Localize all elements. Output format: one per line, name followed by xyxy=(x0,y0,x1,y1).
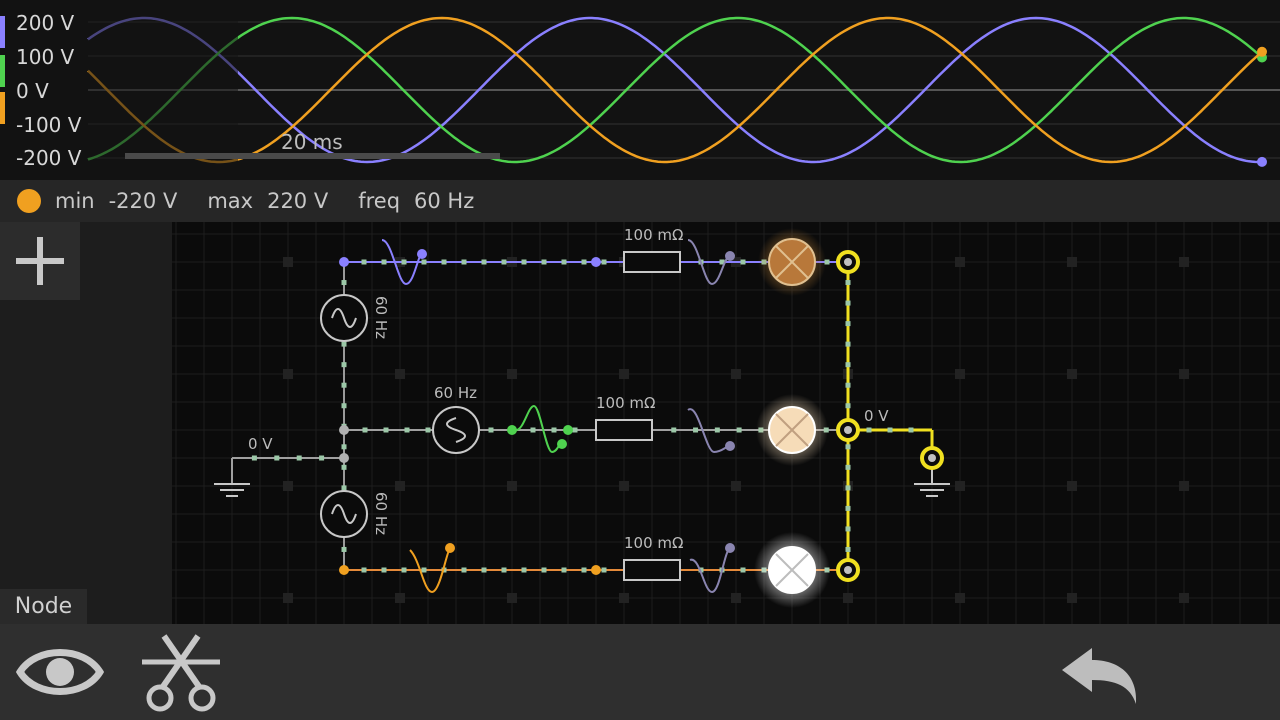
source-top-label: 60 Hz xyxy=(372,296,390,339)
resistor-bottom[interactable] xyxy=(623,559,681,581)
y-tick-0: 0 V xyxy=(16,79,49,103)
legend-green xyxy=(0,55,5,87)
node-bottom-mid[interactable] xyxy=(591,565,601,575)
oscilloscope-plot xyxy=(87,0,1280,170)
circuit-canvas[interactable]: 60 Hz 60 Hz 60 Hz 100 mΩ 100 mΩ 100 mΩ 0… xyxy=(172,222,1280,624)
probe-info-bar: min -220 V max 220 V freq 60 Hz xyxy=(0,180,1280,222)
resistor-bottom-label: 100 mΩ xyxy=(624,534,683,552)
add-component-button[interactable] xyxy=(0,222,80,300)
undo-icon[interactable] xyxy=(1060,646,1140,706)
scissors-icon[interactable] xyxy=(138,632,224,714)
circuit-drawing: 60 Hz 60 Hz 60 Hz 100 mΩ 100 mΩ 100 mΩ 0… xyxy=(172,222,1280,624)
lamp-top[interactable] xyxy=(758,228,826,296)
ac-source-top[interactable] xyxy=(320,294,368,342)
node-right-top[interactable] xyxy=(836,250,860,274)
node-mid-green-a[interactable] xyxy=(507,425,517,435)
trace-orange-endpoint xyxy=(1257,46,1267,57)
ground-right-label: 0 V xyxy=(864,407,889,425)
trace-purple-endpoint xyxy=(1257,156,1267,167)
node-mid-green-b[interactable] xyxy=(563,425,573,435)
lamp-bottom[interactable] xyxy=(754,532,830,608)
y-tick-100: 100 V xyxy=(16,45,75,69)
max-label: max xyxy=(207,189,254,213)
node-right-bottom[interactable] xyxy=(836,558,860,582)
source-bottom-label: 60 Hz xyxy=(372,492,390,535)
y-tick-minus-100: -100 V xyxy=(16,113,82,137)
legend-orange xyxy=(0,92,5,124)
resistor-middle-label: 100 mΩ xyxy=(596,394,655,412)
source-middle-label: 60 Hz xyxy=(434,384,477,402)
node-top-mid[interactable] xyxy=(591,257,601,267)
min-value: -220 V xyxy=(108,189,178,213)
max-value: 220 V xyxy=(267,189,329,213)
node-right-middle[interactable] xyxy=(836,418,860,442)
lamp-middle[interactable] xyxy=(756,394,828,466)
resistor-middle[interactable] xyxy=(595,419,653,441)
eye-icon[interactable] xyxy=(16,638,104,706)
y-tick-200: 200 V xyxy=(16,11,75,35)
node-top-left[interactable] xyxy=(339,257,349,267)
bottom-toolbar xyxy=(0,624,1280,720)
node-tab[interactable]: Node xyxy=(0,589,87,624)
ac-source-middle[interactable] xyxy=(432,406,480,454)
ground-left-label: 0 V xyxy=(248,435,273,453)
freq-value: 60 Hz xyxy=(414,189,475,213)
timebar-label: 20 ms xyxy=(281,130,343,154)
resistor-top[interactable] xyxy=(623,251,681,273)
probe-color-dot[interactable] xyxy=(17,189,41,213)
legend-purple xyxy=(0,16,5,48)
node-bottom-left[interactable] xyxy=(339,565,349,575)
y-tick-minus-200: -200 V xyxy=(16,146,82,170)
freq-label: freq xyxy=(358,189,401,213)
oscilloscope-panel[interactable]: 200 V 100 V 0 V -100 V -200 V 20 ms xyxy=(0,0,1280,180)
node-ground-junction[interactable] xyxy=(339,453,349,463)
ac-source-bottom[interactable] xyxy=(320,490,368,538)
min-label: min xyxy=(55,189,95,213)
node-ground-right[interactable] xyxy=(920,446,944,470)
resistor-top-label: 100 mΩ xyxy=(624,226,683,244)
node-mid-left[interactable] xyxy=(339,425,349,435)
